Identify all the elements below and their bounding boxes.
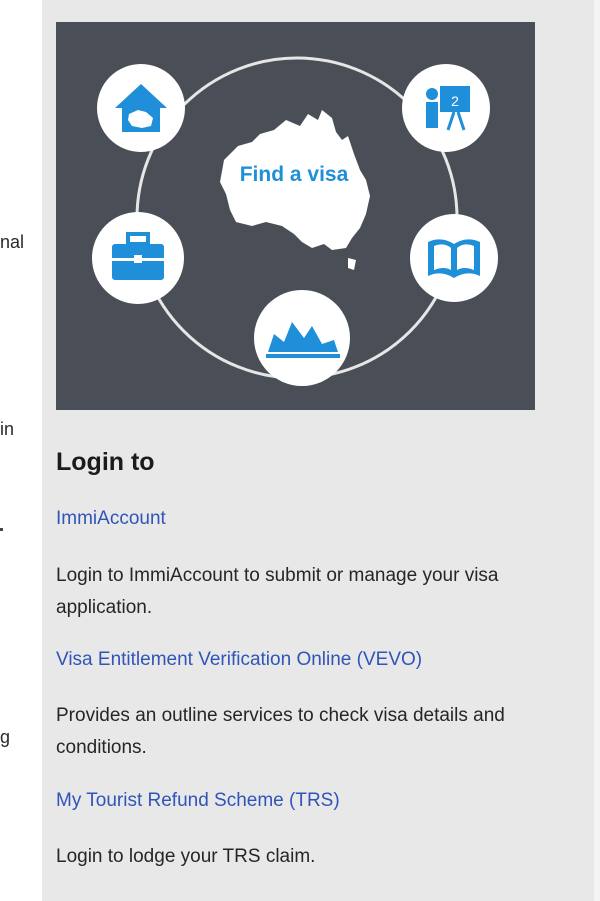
presentation-icon: 2 — [402, 64, 490, 152]
immiaccount-description: Login to ImmiAccount to submit or manage… — [56, 565, 499, 618]
left-text-fragment: in — [0, 419, 15, 439]
briefcase-icon — [92, 212, 184, 304]
australia-map-icon — [220, 110, 370, 270]
hero-title: Find a visa — [240, 163, 349, 186]
immiaccount-link[interactable]: ImmiAccount — [56, 508, 166, 530]
vevo-description: Provides an outline services to check vi… — [56, 705, 505, 758]
page-right-edge — [594, 0, 600, 901]
left-column-fragment: nal in g — [0, 0, 42, 901]
left-text-fragment: g — [0, 727, 11, 747]
house-australia-icon — [97, 64, 185, 152]
trs-description: Login to lodge your TRS claim. — [56, 846, 316, 867]
login-to-heading: Login to — [56, 448, 155, 476]
svg-text:2: 2 — [451, 93, 459, 109]
book-icon — [410, 214, 498, 302]
find-a-visa-banner[interactable]: Find a visa 2 — [56, 22, 535, 410]
opera-house-icon — [254, 290, 350, 386]
trs-link[interactable]: My Tourist Refund Scheme (TRS) — [56, 790, 340, 812]
left-bullet-fragment — [0, 528, 3, 531]
left-text-fragment: nal — [0, 232, 25, 252]
vevo-link[interactable]: Visa Entitlement Verification Online (VE… — [56, 649, 422, 671]
login-sidebar-panel: Find a visa 2 Login to ImmiAccount Login… — [42, 0, 594, 901]
find-a-visa-graphic: Find a visa 2 — [92, 56, 498, 386]
